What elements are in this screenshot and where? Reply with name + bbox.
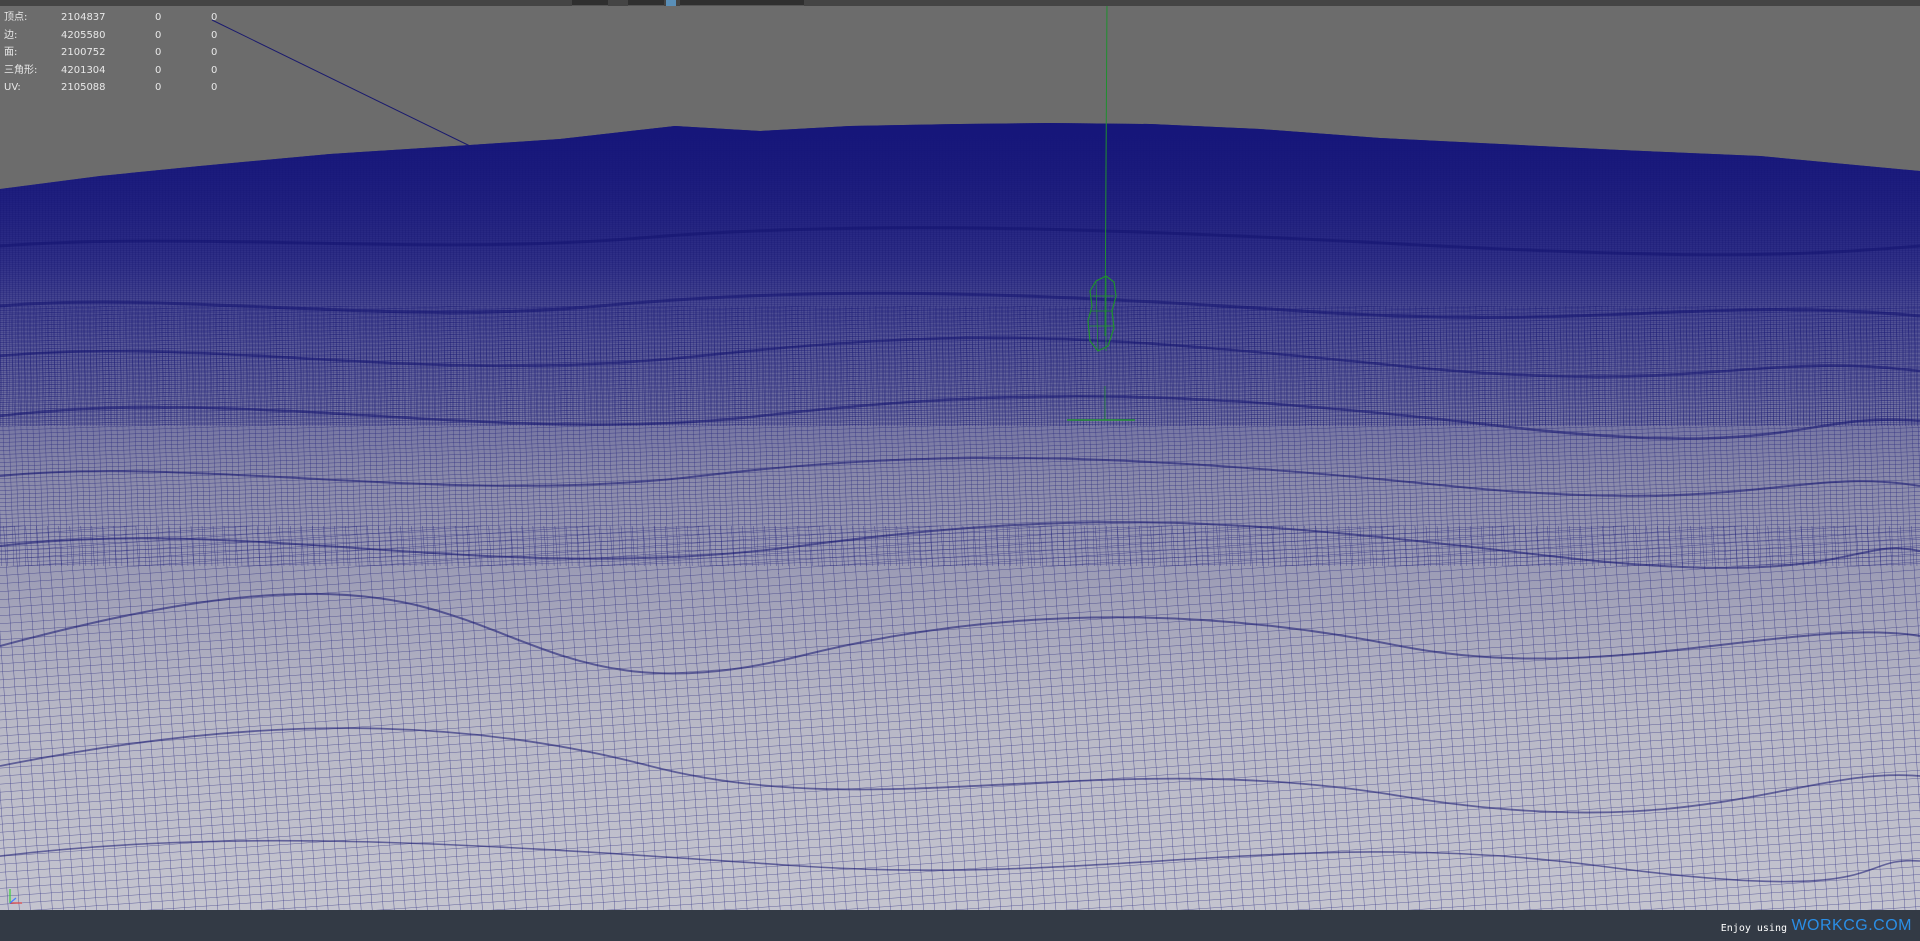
hud-label: 三角形: xyxy=(4,64,38,76)
hud-label: UV: xyxy=(4,82,21,93)
hud-row-uvs: UV: 2105088 0 0 xyxy=(4,79,224,97)
hud-label: 顶点: xyxy=(4,12,28,23)
hud-selected-tris: 0 xyxy=(211,29,218,41)
hud-label: 面: xyxy=(4,47,18,58)
hud-selected: 0 xyxy=(155,82,162,93)
hud-selected-tris: 0 xyxy=(211,64,218,76)
workcg-brand-link[interactable]: WORKCG.COM xyxy=(1791,917,1912,935)
hud-selected: 0 xyxy=(155,47,162,58)
camera-view-line xyxy=(211,19,471,147)
ocean-wireframe-scene xyxy=(0,6,1920,910)
hud-total: 4201304 xyxy=(61,64,106,76)
hud-row-faces: 面: 2100752 0 0 xyxy=(4,44,224,62)
hud-selected: 0 xyxy=(155,64,162,76)
status-bar: Enjoy using WORKCG.COM xyxy=(0,910,1920,941)
hud-selected-tris: 0 xyxy=(211,12,218,23)
hud-total: 2100752 xyxy=(61,47,106,58)
hud-total: 4205580 xyxy=(61,29,106,41)
view-axis-icon xyxy=(9,889,22,904)
hud-row-vertices: 顶点: 2104837 0 0 xyxy=(4,9,224,27)
3d-viewport[interactable]: 顶点: 2104837 0 0 边: 4205580 0 0 面: 210075… xyxy=(0,6,1920,910)
enjoy-using-text: Enjoy using xyxy=(1720,923,1787,934)
maya-viewport-window: 顶点: 2104837 0 0 边: 4205580 0 0 面: 210075… xyxy=(0,0,1920,941)
hud-selected-tris: 0 xyxy=(211,82,218,93)
hud-label: 边: xyxy=(4,29,18,41)
hud-total: 2105088 xyxy=(61,82,106,93)
hud-total: 2104837 xyxy=(61,12,106,23)
hud-selected-tris: 0 xyxy=(211,47,218,58)
hud-row-edges: 边: 4205580 0 0 xyxy=(4,27,224,45)
hud-row-triangles: 三角形: 4201304 0 0 xyxy=(4,62,224,80)
poly-count-hud: 顶点: 2104837 0 0 边: 4205580 0 0 面: 210075… xyxy=(4,9,224,97)
hud-selected: 0 xyxy=(155,12,162,23)
hud-selected: 0 xyxy=(155,29,162,41)
